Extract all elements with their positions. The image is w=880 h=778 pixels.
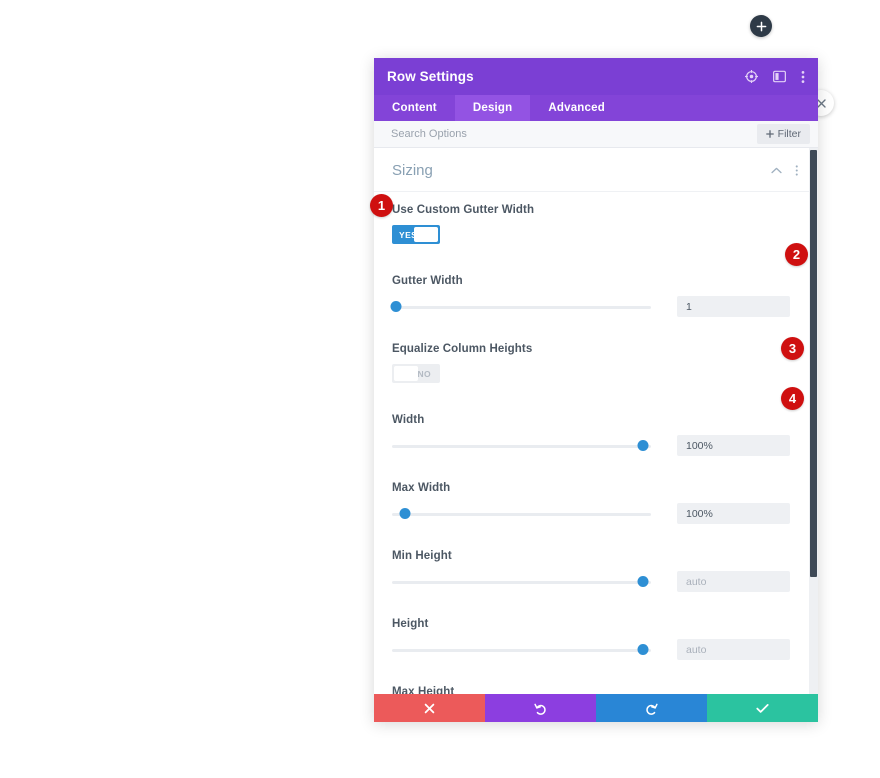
search-input[interactable] bbox=[391, 128, 757, 140]
toggle-knob bbox=[414, 227, 438, 242]
gutter-width-slider[interactable] bbox=[390, 300, 651, 314]
columns-layout-icon[interactable] bbox=[773, 70, 786, 83]
field-label: Max Height bbox=[392, 686, 455, 694]
panel-title: Row Settings bbox=[387, 69, 474, 84]
panel-header-actions bbox=[745, 70, 805, 84]
chevron-up-icon[interactable] bbox=[770, 167, 782, 174]
section-title: Sizing bbox=[392, 162, 433, 179]
section-header-sizing[interactable]: Sizing bbox=[374, 148, 818, 192]
panel-action-bar bbox=[374, 694, 818, 722]
slider-track bbox=[392, 444, 651, 448]
more-vertical-icon[interactable] bbox=[801, 70, 805, 84]
filter-button-label: Filter bbox=[777, 128, 801, 140]
undo-button[interactable] bbox=[485, 694, 596, 722]
add-section-button[interactable] bbox=[750, 15, 772, 37]
field-label: Width bbox=[392, 414, 425, 426]
slider-row bbox=[392, 435, 796, 456]
sizing-fields: Use Custom Gutter Width YES Gutter Width bbox=[374, 192, 818, 694]
annotation-badge-3: 3 bbox=[781, 337, 804, 360]
plus-icon bbox=[756, 21, 766, 31]
panel-scrollbar-thumb[interactable] bbox=[810, 150, 817, 577]
field-min-height: Min Height bbox=[392, 550, 796, 592]
panel-scrollbar-track[interactable] bbox=[809, 148, 818, 694]
slider-handle[interactable] bbox=[390, 300, 402, 312]
slider-row bbox=[390, 296, 796, 317]
field-width: Width bbox=[392, 414, 796, 456]
slider-track bbox=[392, 305, 651, 309]
field-use-custom-gutter-width: Use Custom Gutter Width YES bbox=[392, 204, 796, 249]
min-height-input[interactable] bbox=[677, 571, 790, 592]
tab-advanced[interactable]: Advanced bbox=[530, 95, 623, 121]
field-label: Use Custom Gutter Width bbox=[392, 204, 535, 216]
screen-canvas: Row Settings Content Design Advanced Sea… bbox=[0, 0, 880, 778]
slider-track bbox=[392, 648, 651, 652]
slider-handle[interactable] bbox=[637, 439, 649, 451]
field-label: Min Height bbox=[392, 550, 452, 562]
tab-design[interactable]: Design bbox=[454, 95, 531, 121]
slider-row bbox=[392, 571, 796, 592]
field-equalize-column-heights: Equalize Column Heights NO bbox=[392, 343, 796, 388]
use-custom-gutter-width-toggle[interactable]: YES bbox=[392, 225, 440, 244]
save-button[interactable] bbox=[707, 694, 818, 722]
field-label: Gutter Width bbox=[392, 275, 463, 287]
tab-content[interactable]: Content bbox=[374, 95, 455, 121]
annotation-badge-2: 2 bbox=[785, 243, 808, 266]
annotation-badge-1: 1 bbox=[370, 194, 393, 217]
slider-handle[interactable] bbox=[637, 643, 649, 655]
height-input[interactable] bbox=[677, 639, 790, 660]
field-max-width: Max Width bbox=[392, 482, 796, 524]
field-height: Height bbox=[392, 618, 796, 660]
gutter-width-input[interactable] bbox=[677, 296, 790, 317]
field-label: Equalize Column Heights bbox=[392, 343, 533, 355]
height-slider[interactable] bbox=[392, 643, 651, 657]
field-label: Height bbox=[392, 618, 429, 630]
search-bar: Filter bbox=[374, 121, 818, 148]
more-vertical-icon[interactable] bbox=[795, 164, 799, 177]
panel-scroll-area: Sizing Use Custom Gutter Width YES Gutte… bbox=[374, 148, 818, 694]
slider-row bbox=[392, 639, 796, 660]
max-width-input[interactable] bbox=[677, 503, 790, 524]
cancel-button[interactable] bbox=[374, 694, 485, 722]
close-icon bbox=[424, 703, 435, 713]
slider-track bbox=[392, 580, 651, 584]
target-icon[interactable] bbox=[745, 70, 758, 83]
redo-icon bbox=[646, 703, 658, 715]
panel-tabs: Content Design Advanced bbox=[374, 95, 818, 121]
filter-button[interactable]: Filter bbox=[756, 124, 810, 144]
panel-body: Sizing Use Custom Gutter Width YES Gutte… bbox=[374, 148, 818, 694]
equalize-column-heights-toggle[interactable]: NO bbox=[392, 364, 440, 383]
field-label: Max Width bbox=[392, 482, 451, 494]
field-gutter-width: Gutter Width bbox=[390, 275, 796, 317]
toggle-knob bbox=[394, 366, 418, 381]
plus-icon bbox=[765, 130, 774, 138]
panel-header: Row Settings bbox=[374, 58, 818, 95]
width-input[interactable] bbox=[677, 435, 790, 456]
slider-handle[interactable] bbox=[399, 507, 411, 519]
slider-handle[interactable] bbox=[637, 575, 649, 587]
width-slider[interactable] bbox=[392, 439, 651, 453]
toggle-state-label: NO bbox=[417, 368, 431, 379]
slider-track bbox=[392, 512, 651, 516]
field-max-height: Max Height bbox=[392, 686, 796, 694]
annotation-badge-4: 4 bbox=[781, 387, 804, 410]
min-height-slider[interactable] bbox=[392, 575, 651, 589]
max-width-slider[interactable] bbox=[392, 507, 651, 521]
row-settings-panel: Row Settings Content Design Advanced Sea… bbox=[374, 58, 818, 722]
redo-button[interactable] bbox=[596, 694, 707, 722]
undo-icon bbox=[534, 703, 546, 715]
check-icon bbox=[756, 703, 769, 713]
slider-row bbox=[392, 503, 796, 524]
